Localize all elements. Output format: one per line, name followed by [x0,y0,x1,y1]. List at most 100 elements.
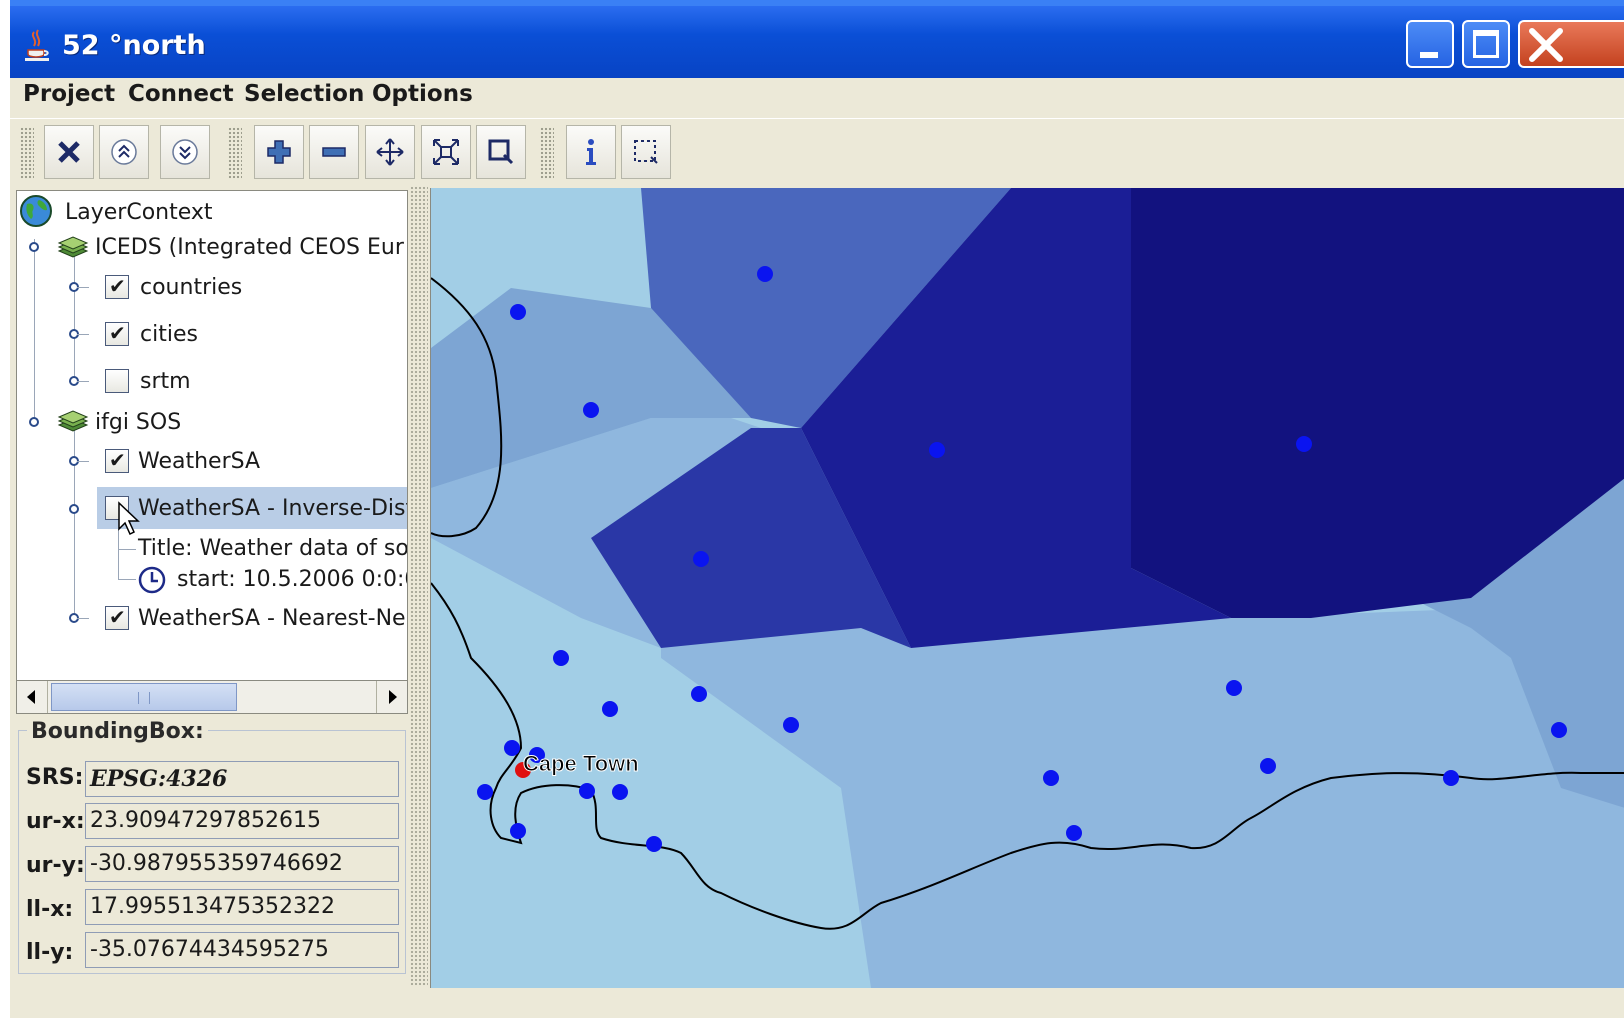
layer-label[interactable]: WeatherSA [138,449,260,474]
close-window-button[interactable] [1518,20,1624,68]
layer-checkbox-weathersa-nn[interactable]: ✔ [105,605,129,630]
tree-connector [77,381,89,382]
toolbar-grip[interactable] [540,127,554,179]
maximize-button[interactable] [1462,20,1510,68]
title-bar[interactable]: 52 °north [10,0,1624,78]
zoom-full-extent-button[interactable] [421,125,471,179]
layer-checkbox-cities[interactable]: ✔ [105,321,129,346]
layer-label-selected[interactable]: WeatherSA - Inverse-Dist [138,496,407,521]
layer-label[interactable]: cities [140,322,198,347]
layer-checkbox-weathersa[interactable]: ✔ [105,448,129,473]
layer-checkbox-countries[interactable]: ✔ [105,274,129,299]
toolbar-grip[interactable] [20,127,34,179]
zoom-in-button[interactable] [254,125,304,179]
layer-group-label[interactable]: ICEDS (Integrated CEOS Eur [95,235,404,260]
layer-label[interactable]: srtm [140,369,191,394]
lly-field[interactable]: -35.07674434595275 [85,932,399,968]
layer-tree[interactable]: LayerContext ICEDS (Integrated CEOS Eur … [16,190,408,712]
info-icon [586,139,596,165]
llx-label: ll-x: [26,897,74,922]
ury-field[interactable]: -30.987955359746692 [85,846,399,882]
tree-root-label[interactable]: LayerContext [65,200,213,225]
tree-horizontal-scrollbar[interactable] [16,680,408,714]
map-canvas[interactable]: Cape Town [431,188,1624,988]
scroll-left-button[interactable] [17,681,48,713]
station-marker[interactable] [583,402,599,418]
layer-detail-start: start: 10.5.2006 0:0:0. [177,567,408,592]
tree-expand-handle-icon[interactable] [28,241,40,253]
station-marker[interactable] [646,836,662,852]
zoom-full-extent-icon [433,139,459,165]
station-marker[interactable] [757,266,773,282]
grip-icon [138,692,150,704]
zoom-box-button[interactable] [476,125,526,179]
layer-label[interactable]: WeatherSA - Nearest-Ne [138,606,406,631]
station-marker[interactable] [1296,436,1312,452]
layer-group-label[interactable]: ifgi SOS [95,410,181,435]
zoom-out-button[interactable] [309,125,359,179]
close-icon [1529,28,1563,62]
ury-label: ur-y: [26,853,85,878]
close-icon [58,141,80,163]
tree-expand-handle-icon[interactable] [28,416,40,428]
layer-label[interactable]: countries [140,275,242,300]
panel-splitter[interactable] [410,186,428,986]
station-marker[interactable] [602,701,618,717]
map-view[interactable]: Cape Town [430,188,1624,988]
station-marker[interactable] [691,686,707,702]
check-icon: ✔ [109,321,126,345]
tree-expand-handle-icon[interactable] [68,503,80,515]
menu-connect[interactable]: Connect [128,81,234,107]
menu-options[interactable]: Options [372,81,473,107]
station-marker[interactable] [477,784,493,800]
station-marker[interactable] [783,717,799,733]
station-marker[interactable] [612,784,628,800]
select-box-button[interactable] [621,125,671,179]
toolbar-grip[interactable] [228,127,242,179]
pan-button[interactable] [365,125,415,179]
check-icon: ✔ [109,274,126,298]
station-marker[interactable] [579,783,595,799]
menu-project[interactable]: Project [23,81,115,107]
mouse-cursor-icon [118,501,140,536]
info-button[interactable] [566,125,616,179]
move-down-icon [172,139,198,165]
station-marker[interactable] [1043,770,1059,786]
arrow-right-icon [389,690,397,704]
station-marker[interactable] [504,740,520,756]
move-layer-down-button[interactable] [160,125,210,179]
check-icon: ✔ [109,448,126,472]
urx-field[interactable]: 23.90947297852615 [85,803,399,839]
station-marker[interactable] [1066,825,1082,841]
zoom-out-icon [322,147,346,157]
maximize-icon [1473,30,1499,58]
clock-icon [138,566,166,594]
srs-field[interactable]: EPSG:4326 [85,761,399,797]
layer-checkbox-srtm[interactable] [105,369,129,393]
station-marker[interactable] [553,650,569,666]
scroll-right-button[interactable] [376,681,407,713]
zoom-in-icon [267,140,291,164]
station-marker[interactable] [693,551,709,567]
scroll-thumb[interactable] [51,683,237,711]
minimize-button[interactable] [1406,20,1454,68]
remove-layer-button[interactable] [44,125,94,179]
station-marker[interactable] [1260,758,1276,774]
menu-selection[interactable]: Selection [244,81,364,107]
station-marker[interactable] [1226,680,1242,696]
station-marker[interactable] [1443,770,1459,786]
urx-label: ur-x: [26,809,85,834]
move-layer-up-button[interactable] [99,125,149,179]
move-up-icon [111,139,137,165]
city-label: Cape Town [523,751,639,776]
llx-field[interactable]: 17.995513475352322 [85,889,399,925]
station-marker[interactable] [929,442,945,458]
bounding-box-title: BoundingBox: [27,719,208,744]
station-marker[interactable] [510,823,526,839]
tree-connector [118,579,136,580]
tree-connector [118,549,136,550]
tree-connector [77,618,89,619]
station-marker[interactable] [510,304,526,320]
check-icon: ✔ [109,605,126,629]
station-marker[interactable] [1551,722,1567,738]
